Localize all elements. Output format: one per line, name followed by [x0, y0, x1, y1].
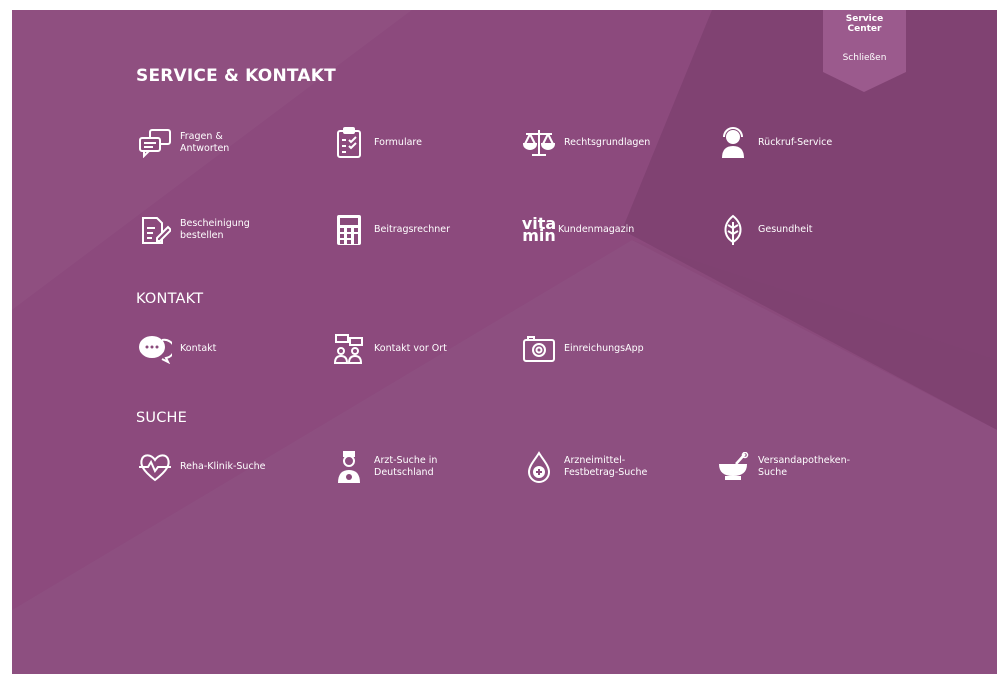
einreichungsapp-label: EinreichungsApp	[564, 343, 644, 354]
close-link[interactable]: Schließen	[823, 53, 906, 63]
mortar-pestle-icon	[716, 450, 750, 484]
service-center-title: Service Center	[845, 14, 884, 34]
rechtsgrundlagen-label: Rechtsgrundlagen	[564, 137, 651, 148]
scales-icon	[522, 126, 556, 160]
bescheinigung-label: Bescheinigung bestellen	[180, 218, 250, 241]
document-pen-icon	[138, 213, 172, 247]
reha-klinik-suche-link[interactable]: Reha-Klinik-Suche	[138, 450, 266, 484]
arzneimittel-suche-link[interactable]: Arzneimittel- Festbetrag-Suche	[522, 450, 647, 484]
rechtsgrundlagen-link[interactable]: Rechtsgrundlagen	[522, 126, 650, 160]
formulare-link[interactable]: Formulare	[332, 126, 422, 160]
kundenmagazin-link[interactable]: vita min Kundenmagazin	[522, 213, 634, 247]
faq-link[interactable]: Fragen & Antworten	[138, 126, 229, 160]
rueckruf-link[interactable]: Rückruf-Service	[716, 126, 832, 160]
headset-person-icon	[716, 126, 750, 160]
versandapotheken-suche-label: Versandapotheken- Suche	[758, 455, 851, 478]
speech-bubbles-icon	[138, 126, 172, 160]
camera-icon	[522, 332, 556, 366]
kontakt-vor-ort-link[interactable]: Kontakt vor Ort	[332, 332, 447, 366]
calculator-icon	[332, 213, 366, 247]
service-center-panel: Service Center Schließen SERVICE & KONTA…	[12, 10, 997, 674]
versandapotheken-suche-link[interactable]: Versandapotheken- Suche	[716, 450, 850, 484]
section-heading-suche: SUCHE	[136, 410, 188, 426]
kundenmagazin-label: Kundenmagazin	[558, 224, 635, 235]
vitamin-logo-icon: vita min	[521, 214, 557, 245]
gesundheit-link[interactable]: Gesundheit	[716, 213, 812, 247]
einreichungsapp-link[interactable]: EinreichungsApp	[522, 332, 644, 366]
kontakt-link[interactable]: Kontakt	[138, 332, 216, 366]
section-heading-service: SERVICE & KONTAKT	[136, 66, 336, 86]
section-heading-kontakt: KONTAKT	[136, 291, 204, 307]
heart-pulse-icon	[138, 450, 172, 484]
clipboard-icon	[332, 126, 366, 160]
kontakt-label: Kontakt	[180, 343, 217, 354]
people-location-icon	[332, 332, 366, 366]
faq-label: Fragen & Antworten	[180, 131, 230, 154]
bescheinigung-link[interactable]: Bescheinigung bestellen	[138, 213, 250, 247]
service-center-badge[interactable]: Service Center Schließen	[823, 10, 906, 92]
beitragsrechner-link[interactable]: Beitragsrechner	[332, 213, 450, 247]
drop-plus-icon	[522, 450, 556, 484]
reha-klinik-suche-label: Reha-Klinik-Suche	[180, 461, 266, 472]
kontakt-vor-ort-label: Kontakt vor Ort	[374, 343, 447, 354]
chat-icon	[138, 332, 172, 366]
arzneimittel-suche-label: Arzneimittel- Festbetrag-Suche	[564, 455, 648, 478]
arzt-suche-label: Arzt-Suche in Deutschland	[374, 455, 438, 478]
gesundheit-label: Gesundheit	[758, 224, 813, 235]
rueckruf-label: Rückruf-Service	[758, 137, 833, 148]
beitragsrechner-label: Beitragsrechner	[374, 224, 450, 235]
arzt-suche-link[interactable]: Arzt-Suche in Deutschland	[332, 450, 437, 484]
formulare-label: Formulare	[374, 137, 422, 148]
leaf-icon	[716, 213, 750, 247]
doctor-icon	[332, 450, 366, 484]
